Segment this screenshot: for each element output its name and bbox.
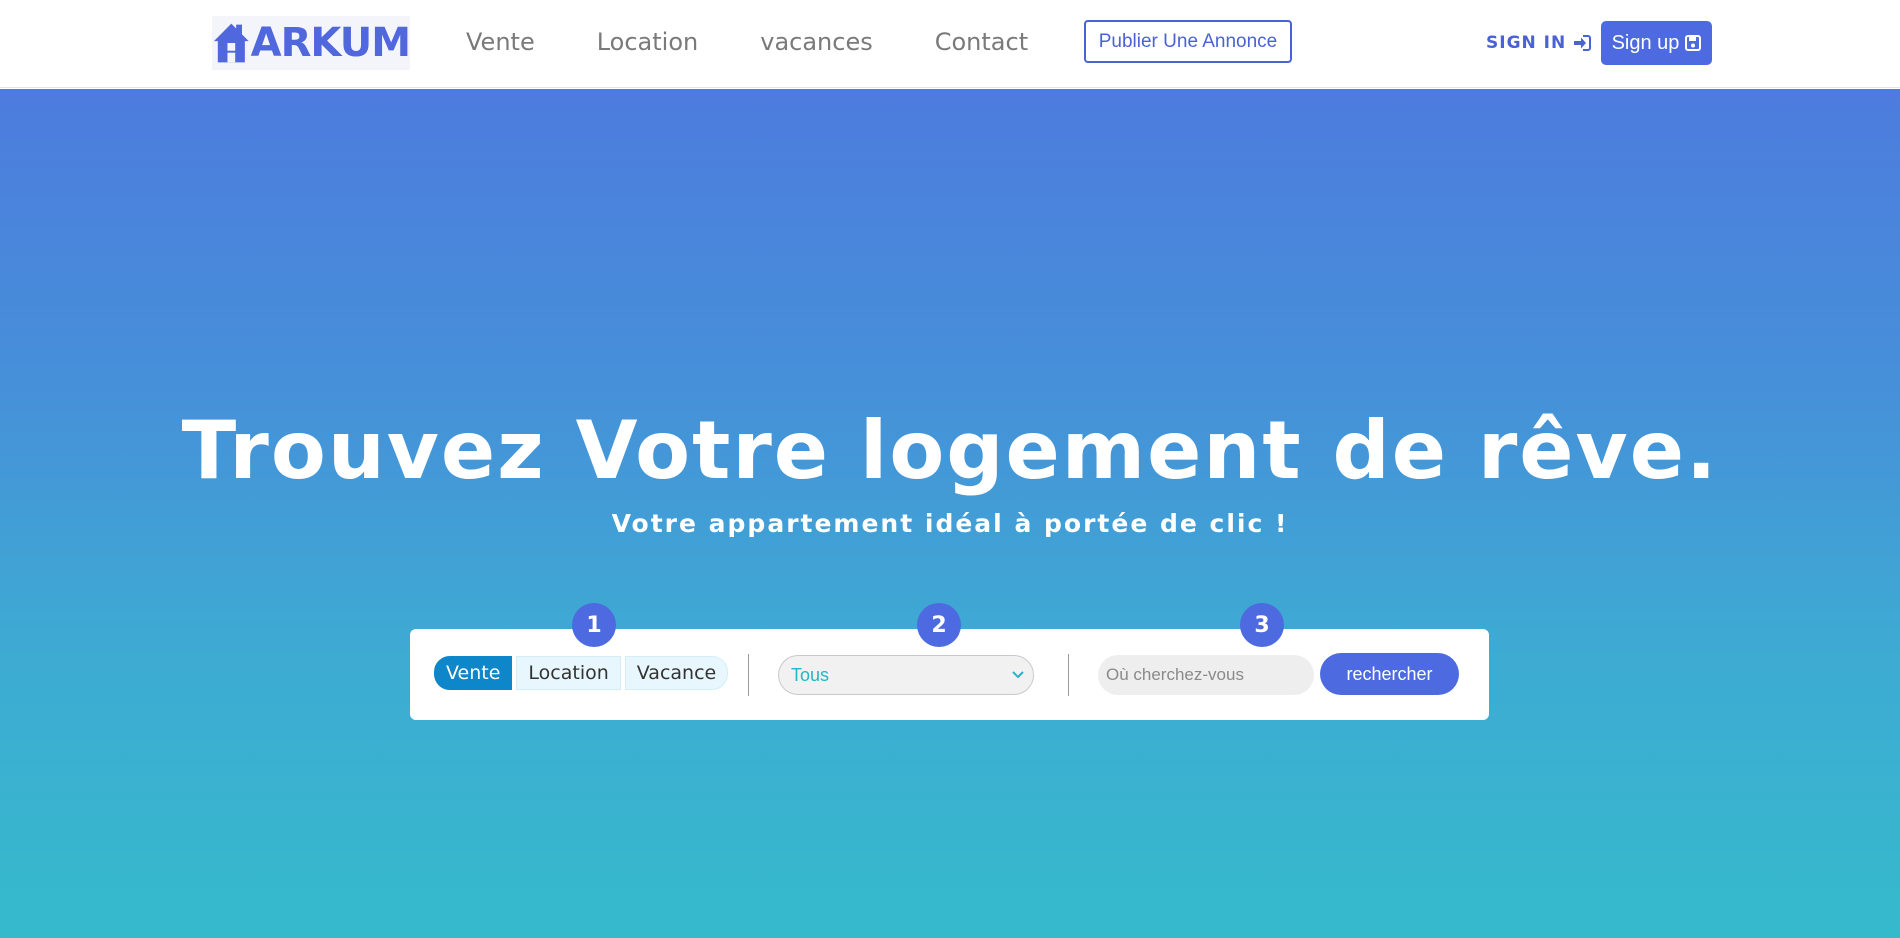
sign-up-label: Sign up	[1611, 31, 1680, 54]
transaction-type-group: Vente Location Vacance	[434, 656, 732, 690]
category-select[interactable]: Tous	[778, 655, 1034, 695]
step-badge-1: 1	[572, 603, 616, 647]
house-icon	[213, 23, 249, 63]
nav-link-location[interactable]: Location	[597, 24, 699, 60]
main-nav: Vente Location vacances Contact	[466, 24, 1090, 60]
search-button[interactable]: rechercher	[1320, 653, 1459, 695]
save-icon	[1685, 35, 1702, 51]
navbar: ARKUM Vente Location vacances Contact Pu…	[0, 0, 1900, 88]
hero-section: Trouvez Votre logement de rêve. Votre ap…	[0, 89, 1900, 938]
hero-subtitle: Votre appartement idéal à portée de clic…	[611, 509, 1289, 538]
category-select-value: Tous	[791, 664, 830, 685]
search-card: 1 2 3 Vente Location Vacance Tous recher…	[410, 603, 1489, 720]
sign-in-label: SIGN IN	[1486, 33, 1567, 53]
type-option-vente[interactable]: Vente	[434, 656, 513, 690]
divider	[1068, 654, 1069, 696]
nav-link-vente[interactable]: Vente	[466, 24, 535, 60]
sign-in-icon	[1574, 35, 1592, 51]
nav-link-contact[interactable]: Contact	[935, 24, 1028, 60]
sign-in-link[interactable]: SIGN IN	[1486, 26, 1592, 60]
type-option-vacance[interactable]: Vacance	[624, 656, 729, 690]
hero-title: Trouvez Votre logement de rêve.	[181, 404, 1719, 497]
brand-logo[interactable]: ARKUM	[212, 16, 411, 70]
location-search-input[interactable]	[1098, 655, 1314, 695]
step-badge-2: 2	[917, 603, 961, 647]
sign-up-button[interactable]: Sign up	[1601, 21, 1712, 65]
chevron-down-icon	[1012, 671, 1024, 679]
nav-link-vacances[interactable]: vacances	[760, 24, 873, 60]
type-option-location[interactable]: Location	[516, 656, 621, 690]
publish-listing-button[interactable]: Publier Une Annonce	[1084, 20, 1292, 63]
step-badge-3: 3	[1240, 603, 1284, 647]
brand-name: ARKUM	[250, 20, 411, 66]
divider	[748, 654, 749, 696]
